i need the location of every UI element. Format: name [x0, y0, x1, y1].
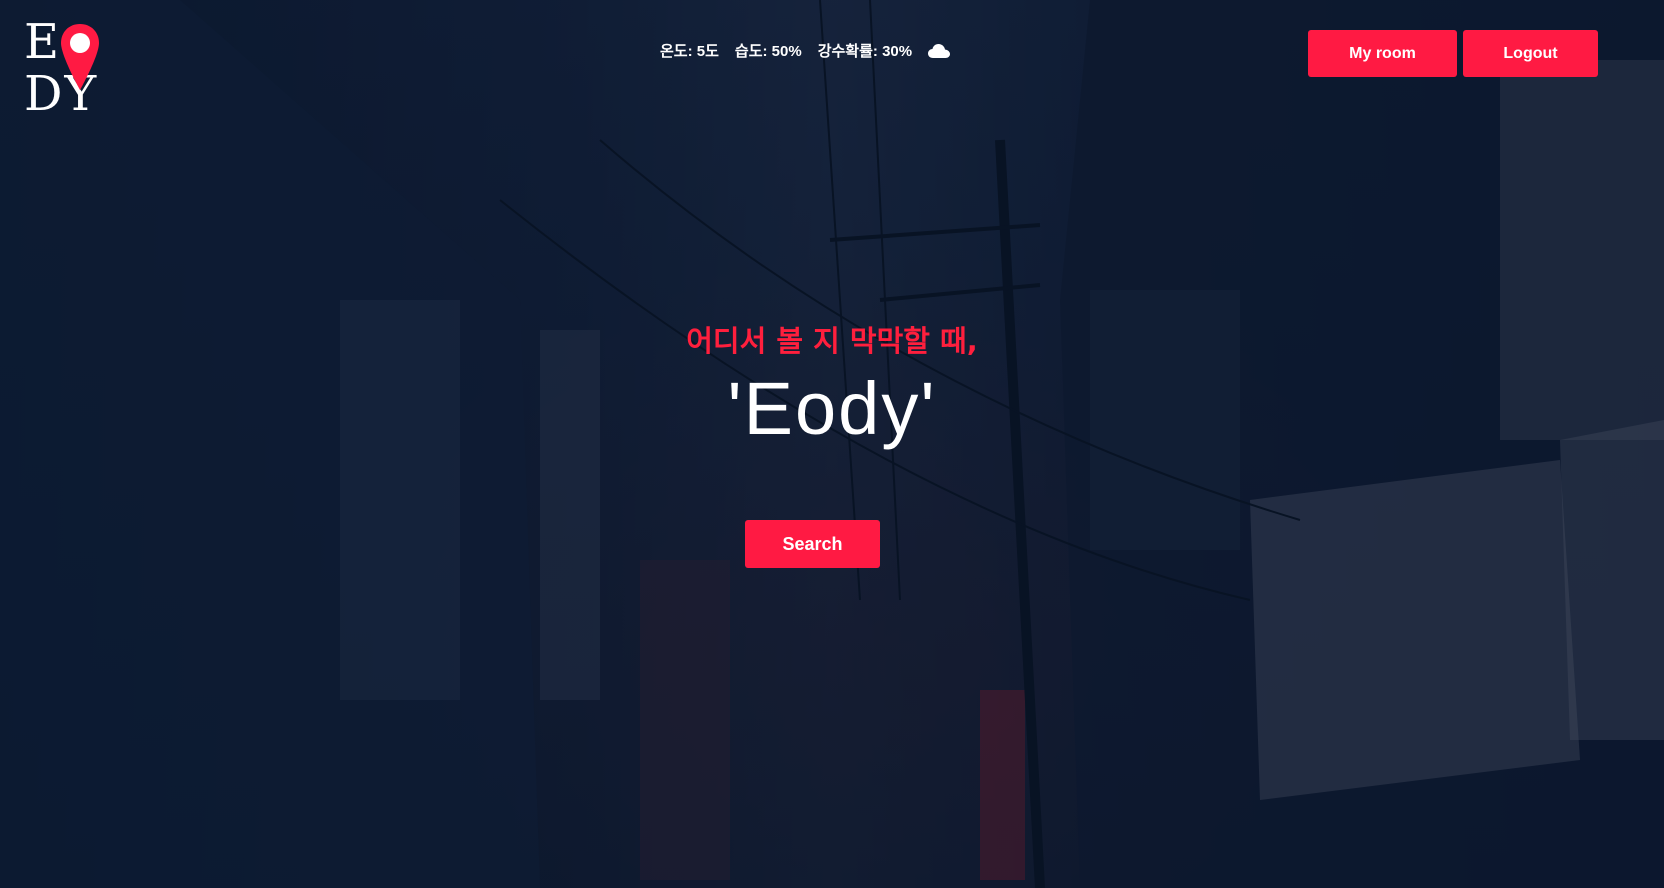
weather-bar: 온도: 5도 습도: 50% 강수확률: 30% [660, 40, 951, 61]
logout-button[interactable]: Logout [1463, 30, 1598, 77]
temperature-text: 온도: 5도 [660, 43, 719, 60]
humidity-text: 습도: 50% [734, 43, 802, 60]
hero-subtitle: 어디서 볼 지 막막할 때, [686, 324, 978, 358]
precipitation-text: 강수확률: 30% [817, 43, 913, 60]
logo[interactable]: EDY [24, 16, 174, 120]
map-pin-icon [61, 24, 99, 90]
search-button[interactable]: Search [745, 520, 880, 568]
cloud-icon [928, 43, 951, 58]
my-room-button[interactable]: My room [1308, 30, 1457, 77]
logo-wordmark: EDY [24, 14, 99, 122]
hero-title: 'Eody' [727, 367, 937, 450]
